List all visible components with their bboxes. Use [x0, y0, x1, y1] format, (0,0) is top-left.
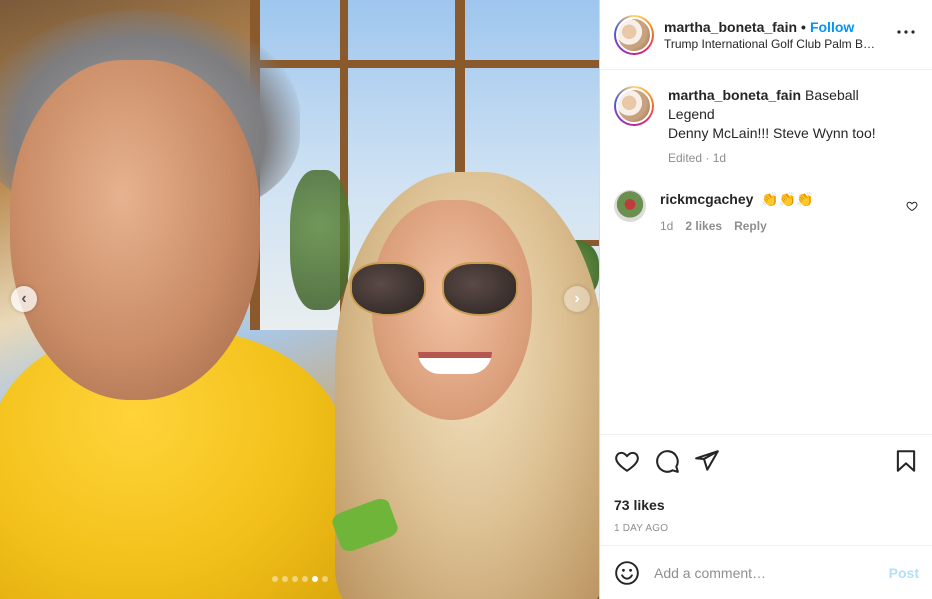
- photo-person-face: [10, 60, 260, 400]
- more-options-icon[interactable]: [894, 20, 918, 49]
- post-location[interactable]: Trump International Golf Club Palm B…: [664, 36, 884, 52]
- next-slide-button[interactable]: ›: [564, 286, 590, 312]
- caption-username[interactable]: martha_boneta_fain: [668, 87, 801, 103]
- post-header-text: martha_boneta_fain • Follow Trump Internat…: [664, 18, 894, 52]
- author-avatar[interactable]: [614, 14, 654, 55]
- caption: martha_boneta_fain Baseball Legend Denny …: [614, 86, 918, 168]
- comment-composer: Post: [600, 545, 932, 599]
- save-bookmark-icon[interactable]: [893, 448, 919, 474]
- instagram-post: ‹ › martha_boneta_fain • Follow Trump Inte…: [0, 0, 932, 599]
- comment-age: 1d: [660, 219, 674, 233]
- post-comment-button[interactable]: Post: [889, 565, 919, 581]
- comment-bubble-icon[interactable]: [654, 448, 680, 474]
- follow-button[interactable]: Follow: [810, 19, 854, 35]
- carousel-dot: [322, 576, 328, 582]
- comment-input[interactable]: [654, 564, 889, 581]
- photo-smile: [418, 352, 492, 374]
- photo-sunglasses: [350, 262, 525, 318]
- post-actions: 73 likes 1 DAY AGO: [600, 434, 932, 534]
- post-timestamp: 1 DAY AGO: [614, 523, 669, 534]
- commenter-username[interactable]: rickmcgachey: [660, 191, 753, 207]
- caption-text-line2: Legend: [668, 106, 715, 122]
- carousel-dot: [312, 576, 318, 582]
- comments-list: martha_boneta_fain Baseball Legend Denny …: [600, 70, 932, 434]
- caption-avatar[interactable]: [614, 86, 654, 126]
- share-paper-plane-icon[interactable]: [694, 448, 720, 474]
- previous-slide-button[interactable]: ‹: [11, 286, 37, 312]
- caption-text-line3: Denny McLain!!! Steve Wynn too!: [668, 125, 876, 141]
- caption-text-line1: Baseball: [805, 87, 859, 103]
- comment-likes-link[interactable]: 2 likes: [685, 217, 722, 236]
- photo-tree: [290, 170, 350, 310]
- carousel-dot: [302, 576, 308, 582]
- like-heart-icon[interactable]: [614, 448, 640, 474]
- author-username[interactable]: martha_boneta_fain: [664, 19, 797, 35]
- carousel-indicator: [272, 576, 328, 582]
- carousel-dot: [282, 576, 288, 582]
- post-sidebar: martha_boneta_fain • Follow Trump Internat…: [599, 0, 932, 599]
- comment-item: rickmcgachey 👏👏👏 1d 2 likes Reply: [614, 190, 918, 236]
- post-header: martha_boneta_fain • Follow Trump Internat…: [600, 0, 932, 70]
- commenter-avatar[interactable]: [614, 190, 646, 222]
- likes-count[interactable]: 73 likes: [614, 497, 919, 513]
- comment-text: 👏👏👏: [761, 191, 814, 207]
- comment-like-heart-icon[interactable]: [906, 200, 918, 212]
- emoji-icon[interactable]: [614, 560, 640, 586]
- carousel-dot: [292, 576, 298, 582]
- post-photo[interactable]: ‹ ›: [0, 0, 599, 599]
- carousel-dot: [272, 576, 278, 582]
- header-separator: •: [801, 18, 806, 35]
- comment-reply-button[interactable]: Reply: [734, 217, 767, 236]
- photo-window-frame: [250, 60, 599, 68]
- caption-meta: Edited · 1d: [668, 151, 727, 165]
